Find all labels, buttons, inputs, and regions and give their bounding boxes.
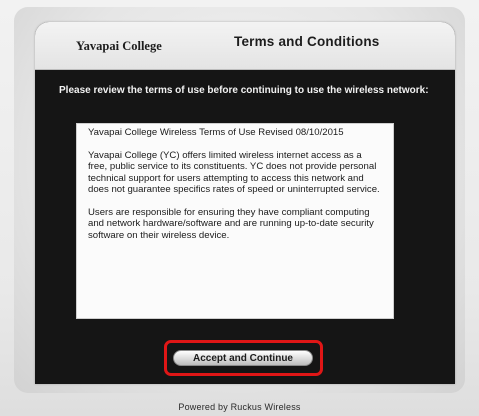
intro-text: Please review the terms of use before co… <box>59 85 429 96</box>
college-logo-text: Yavapai College <box>76 39 162 53</box>
terms-paragraph-1: Yavapai College (YC) offers limited wire… <box>88 149 380 196</box>
portal-header: Yavapai College Terms and Conditions <box>35 22 455 70</box>
accept-and-continue-button[interactable]: Accept and Continue <box>173 350 313 366</box>
terms-text-box[interactable]: Yavapai College Wireless Terms of Use Re… <box>76 123 394 319</box>
page-title: Terms and Conditions <box>234 34 380 49</box>
captive-portal-panel: Yavapai College Terms and Conditions Ple… <box>35 22 455 384</box>
highlight-box: Accept and Continue <box>164 340 323 376</box>
terms-heading: Yavapai College Wireless Terms of Use Re… <box>88 127 344 138</box>
powered-by-text: Powered by Ruckus Wireless <box>178 402 301 412</box>
terms-paragraph-2: Users are responsible for ensuring they … <box>88 206 374 241</box>
